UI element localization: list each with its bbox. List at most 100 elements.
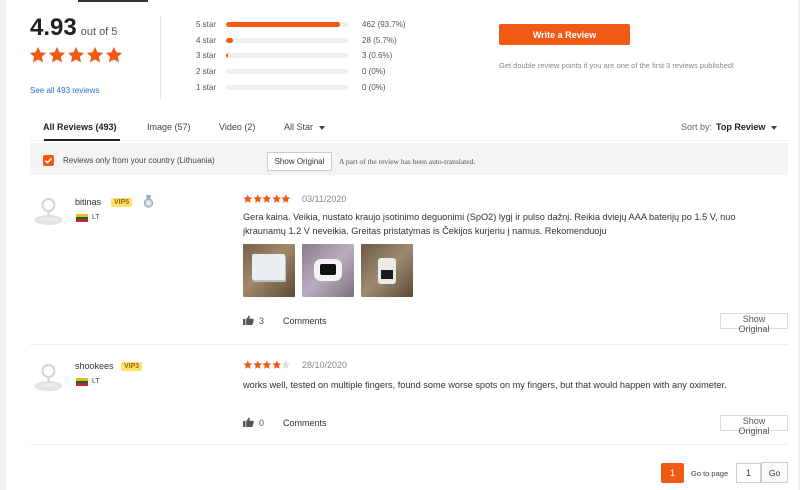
chevron-down-icon xyxy=(319,125,326,130)
reviewer-country: LT xyxy=(92,214,100,221)
histogram-count: 0 (0%) xyxy=(362,82,386,92)
histogram-bar xyxy=(226,37,348,43)
country-filter-label: Reviews only from your country (Lithuani… xyxy=(63,156,215,165)
review-photo-thumbnail[interactable] xyxy=(361,244,413,297)
star-icon xyxy=(253,194,262,203)
goto-page-label: Go to page xyxy=(691,469,729,478)
tab-video[interactable]: Video (2) xyxy=(219,122,255,132)
star-icon xyxy=(243,360,253,369)
show-original-button[interactable]: Show Original xyxy=(720,313,788,334)
histogram-label: 1 star xyxy=(196,82,217,92)
histogram-label: 5 star xyxy=(196,20,217,30)
review-item: shookees VIP3 LT 28/10/2020 works well, … xyxy=(30,345,788,445)
page-button-current[interactable]: 1 xyxy=(661,463,684,483)
review-item: bitinas VIP5 LT 03/11/2020 Gera kaina. V… xyxy=(30,180,788,345)
filter-bar: Reviews only from your country (Lithuani… xyxy=(30,143,788,175)
lithuania-flag-icon xyxy=(76,214,88,222)
histogram-label: 4 star xyxy=(196,35,217,45)
comments-link[interactable]: Comments xyxy=(283,418,327,428)
histogram-count: 28 (5.7%) xyxy=(362,35,397,45)
histogram-row-5[interactable]: 5 star 462 (93.7%) xyxy=(196,17,406,33)
star-icon xyxy=(105,46,123,63)
star-icon xyxy=(281,194,291,203)
medal-icon xyxy=(143,195,154,208)
review-stars xyxy=(243,194,291,204)
tab-all-reviews[interactable]: All Reviews (493) xyxy=(43,122,117,132)
histogram-row-2[interactable]: 2 star 0 (0%) xyxy=(196,64,406,80)
avatar xyxy=(34,364,63,391)
summary-stars xyxy=(29,46,123,64)
star-empty-icon xyxy=(281,360,291,369)
review-photos xyxy=(243,244,413,297)
histogram-row-4[interactable]: 4 star 28 (5.7%) xyxy=(196,33,406,49)
reviewer-country: LT xyxy=(92,378,100,385)
vip-badge: VIP5 xyxy=(111,198,133,207)
all-star-label: All Star xyxy=(284,122,314,132)
write-review-button[interactable]: Write a Review xyxy=(499,24,630,45)
go-button[interactable]: Go xyxy=(761,462,788,483)
star-icon xyxy=(262,360,272,369)
star-icon xyxy=(272,194,281,203)
histogram-count: 0 (0%) xyxy=(362,67,386,77)
star-icon xyxy=(67,46,85,63)
rating-histogram: 5 star 462 (93.7%) 4 star 28 (5.7%) 3 st… xyxy=(196,17,406,95)
histogram-fill xyxy=(226,37,233,43)
summary-divider xyxy=(160,16,161,100)
show-original-toggle[interactable]: Show Original xyxy=(267,152,332,171)
review-date: 28/10/2020 xyxy=(302,360,348,370)
histogram-bar xyxy=(226,22,348,28)
vip-badge: VIP3 xyxy=(121,362,143,371)
reviewer-name: shookees xyxy=(75,361,114,371)
reviewer-name: bitinas xyxy=(75,197,102,207)
comments-link[interactable]: Comments xyxy=(283,316,327,326)
active-tab-underline xyxy=(44,139,120,141)
histogram-fill xyxy=(226,53,228,59)
histogram-bar xyxy=(226,84,348,90)
like-count: 0 xyxy=(259,418,265,428)
histogram-bar xyxy=(226,69,348,75)
histogram-fill xyxy=(226,22,341,28)
like-count: 3 xyxy=(259,316,265,326)
top-tab-indicator xyxy=(78,0,148,2)
star-icon xyxy=(243,194,253,203)
histogram-count: 462 (93.7%) xyxy=(362,20,406,30)
star-icon xyxy=(262,194,272,203)
star-icon xyxy=(29,46,47,63)
review-text: works well, tested on multiple fingers, … xyxy=(243,380,727,390)
avatar xyxy=(34,198,63,225)
tab-image[interactable]: Image (57) xyxy=(147,122,191,132)
star-icon xyxy=(272,360,281,369)
review-points-note: Get double review points if you are one … xyxy=(499,61,735,70)
rating-score: 4.93 out of 5 xyxy=(30,14,117,42)
lithuania-flag-icon xyxy=(76,378,88,386)
histogram-row-1[interactable]: 1 star 0 (0%) xyxy=(196,79,406,95)
score-value: 4.93 xyxy=(30,14,77,41)
see-all-reviews-link[interactable]: See all 493 reviews xyxy=(30,86,99,95)
thumbs-up-icon[interactable] xyxy=(243,417,254,427)
score-out-of: out of 5 xyxy=(80,26,118,38)
review-photo-thumbnail[interactable] xyxy=(243,244,295,297)
thumbs-up-icon[interactable] xyxy=(243,315,254,325)
star-icon xyxy=(253,360,262,369)
chevron-down-icon xyxy=(771,125,778,130)
reviews-panel: 4.93 out of 5 See all 493 reviews 5 star… xyxy=(6,0,798,490)
histogram-bar xyxy=(226,53,348,59)
star-icon xyxy=(86,46,104,63)
star-icon xyxy=(48,46,66,63)
histogram-row-3[interactable]: 3 star 3 (0.6%) xyxy=(196,48,406,64)
sort-value: Top Review xyxy=(716,122,766,132)
histogram-count: 3 (0.6%) xyxy=(362,51,393,61)
review-text: Gera kaina. Veikia, nustato kraujo įsoti… xyxy=(243,212,736,236)
review-date: 03/11/2020 xyxy=(302,194,347,204)
show-original-button[interactable]: Show Original xyxy=(720,415,788,436)
histogram-label: 2 star xyxy=(196,67,217,77)
review-stars xyxy=(243,360,291,370)
check-icon xyxy=(44,157,53,164)
goto-page-input[interactable] xyxy=(736,463,761,483)
sort-dropdown[interactable]: Sort by: Top Review xyxy=(681,122,778,132)
all-star-dropdown[interactable]: All Star xyxy=(284,122,326,132)
country-filter-checkbox[interactable] xyxy=(43,155,54,166)
review-photo-thumbnail[interactable] xyxy=(302,244,354,297)
histogram-label: 3 star xyxy=(196,51,217,61)
auto-translated-note: A part of the review has been auto-trans… xyxy=(339,157,476,166)
